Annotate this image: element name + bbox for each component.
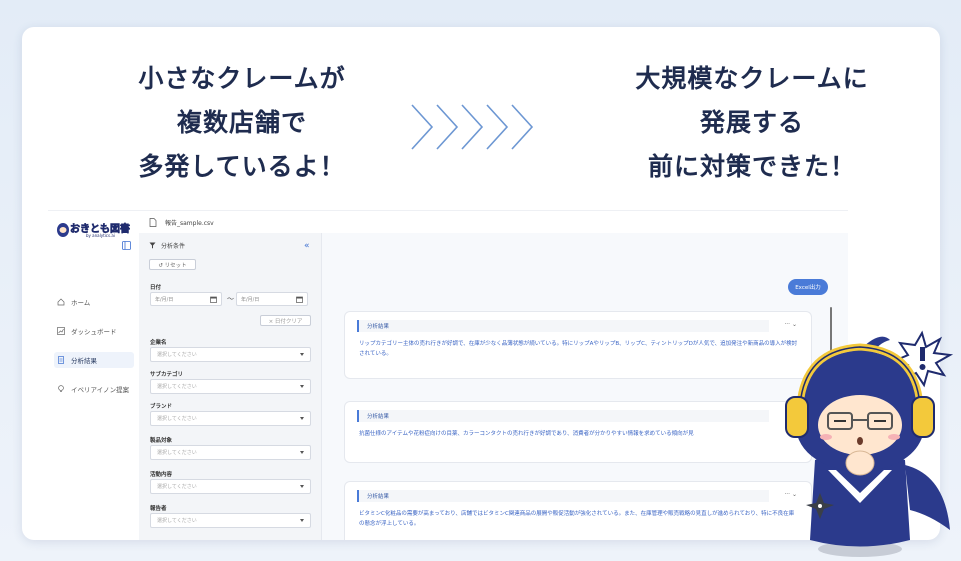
app-logo[interactable]: おきとも図書 by analytics.ai: [56, 219, 130, 241]
caret-down-icon: [300, 485, 304, 488]
filter-panel: 分析条件 « ↺ リセット 日付 年/月/日 〜 年/月/日 × 日付クリア 企…: [139, 233, 322, 540]
date-start-placeholder: 年/月/日: [155, 296, 174, 303]
app-screenshot: おきとも図書 by analytics.ai ホーム ダッシュボード 分析結果: [48, 210, 848, 540]
mascot-logo-icon: [57, 223, 69, 237]
nav-item-home[interactable]: ホーム: [54, 294, 134, 310]
filter-header: 分析条件: [149, 241, 185, 250]
file-icon: [149, 217, 157, 227]
headline-problem-line3: 多発しているよ！: [138, 152, 346, 181]
headline-solution-line3: 前に対策できた！: [647, 152, 856, 181]
date-start-input[interactable]: 年/月/日: [150, 292, 222, 306]
select-reporter[interactable]: 選択してください: [150, 513, 311, 528]
collapse-panel-icon[interactable]: «: [304, 241, 310, 251]
date-separator: 〜: [227, 295, 234, 303]
select-placeholder: 選択してください: [157, 416, 197, 422]
headline-problem-line2: 複数店舗で: [176, 108, 307, 137]
lightbulb-icon: [58, 385, 64, 392]
result-card: 分析結果 抗菌仕様のアイテムや花粉症向けの目薬、カラーコンタクトの売れ行きが好調…: [344, 401, 812, 463]
filter-icon: [149, 242, 156, 249]
reset-button[interactable]: ↺ リセット: [149, 259, 196, 270]
field-label: 企業名: [150, 340, 167, 346]
home-icon: [57, 298, 65, 306]
headline-problem: 小さなクレームが 複数店舗で 多発しているよ！: [82, 57, 402, 189]
result-text: 抗菌仕様のアイテムや花粉症向けの目薬、カラーコンタクトの売れ行きが好調であり、消…: [359, 431, 694, 437]
nav-label-home: ホーム: [71, 299, 91, 307]
result-title: 分析結果: [357, 320, 769, 332]
chart-icon: [57, 327, 65, 335]
result-title: 分析結果: [357, 490, 769, 502]
file-name: 報告_sample.csv: [165, 219, 214, 227]
field-label: 製品対象: [150, 438, 173, 444]
caret-down-icon: [300, 385, 304, 388]
headline-solution: 大規模なクレームに 発展する 前に対策できた！: [582, 57, 922, 189]
field-label: サブカテゴリ: [150, 372, 184, 378]
calendar-icon: [210, 296, 217, 303]
field-label: ブランド: [150, 404, 173, 410]
select-placeholder: 選択してください: [157, 352, 197, 358]
nav-label-dashboard: ダッシュボード: [71, 328, 117, 336]
file-bar: 報告_sample.csv: [139, 211, 848, 233]
result-text: ビタミンC化粧品の需要が高まっており、店舗ではビタミンC関連商品の展開や販促活動…: [359, 511, 795, 527]
headline-solution-line1: 大規模なクレームに: [635, 64, 869, 93]
excel-export-button[interactable]: Excel出力: [788, 279, 828, 295]
date-end-placeholder: 年/月/日: [241, 296, 260, 303]
calendar-icon: [296, 296, 303, 303]
field-label: 活動内容: [150, 472, 173, 478]
select-placeholder: 選択してください: [157, 518, 197, 524]
select-placeholder: 選択してください: [157, 484, 197, 490]
select-company[interactable]: 選択してください: [150, 347, 311, 362]
select-product[interactable]: 選択してください: [150, 445, 311, 460]
select-activity[interactable]: 選択してください: [150, 479, 311, 494]
field-label: 報告者: [150, 506, 167, 512]
caret-down-icon: [300, 417, 304, 420]
select-subcategory[interactable]: 選択してください: [150, 379, 311, 394]
date-label: 日付: [150, 285, 162, 291]
nav-item-dashboard[interactable]: ダッシュボード: [54, 323, 134, 339]
logo-subtext: by analytics.ai: [86, 233, 115, 238]
nav-item-proposal[interactable]: イベリアイノン提案: [54, 381, 134, 397]
select-placeholder: 選択してください: [157, 450, 197, 456]
result-title: 分析結果: [357, 410, 769, 422]
nav-item-analysis[interactable]: 分析結果: [54, 352, 134, 368]
headline-solution-line2: 発展する: [699, 108, 804, 137]
ninja-mascot-illustration: [785, 330, 954, 557]
caret-down-icon: [300, 451, 304, 454]
chevron-arrows-icon: [411, 104, 534, 150]
filter-title: 分析条件: [161, 243, 186, 250]
nav-label-analysis: 分析結果: [71, 357, 97, 365]
date-clear-button[interactable]: × 日付クリア: [260, 315, 311, 326]
caret-down-icon: [300, 353, 304, 356]
select-brand[interactable]: 選択してください: [150, 411, 311, 426]
result-card: 分析結果 ··· ⌄ ビタミンC化粧品の需要が高まっており、店舗ではビタミンC関…: [344, 481, 812, 540]
select-placeholder: 選択してください: [157, 384, 197, 390]
sidebar-nav: おきとも図書 by analytics.ai ホーム ダッシュボード 分析結果: [48, 211, 139, 540]
result-card: 分析結果 ··· ⌄ リップカテゴリー主体の売れ行きが好調で、在庫が少なく品薄状…: [344, 311, 812, 379]
document-icon: [58, 356, 64, 364]
sidebar-toggle-icon[interactable]: [122, 241, 131, 250]
nav-label-proposal: イベリアイノン提案: [71, 386, 130, 394]
result-text: リップカテゴリー主体の売れ行きが好調で、在庫が少なく品薄状態が続いている。特にリ…: [359, 341, 798, 357]
caret-down-icon: [300, 519, 304, 522]
headline-problem-line1: 小さなクレームが: [138, 64, 346, 93]
date-end-input[interactable]: 年/月/日: [236, 292, 308, 306]
